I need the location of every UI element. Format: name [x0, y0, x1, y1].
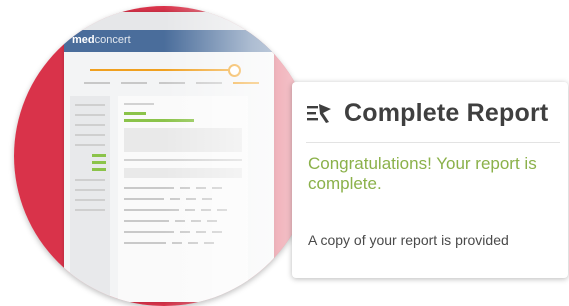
step-tab: [121, 82, 148, 84]
step-tab: [84, 82, 110, 84]
card-header: Complete Report: [306, 99, 548, 128]
hero-circle: ◀ ▶ medconcert: [14, 6, 314, 306]
medconcert-logo: medconcert: [72, 34, 131, 46]
browser-nav-arrows: ◀ ▶: [70, 16, 93, 26]
success-message: Congratulations! Your report is complete…: [308, 154, 537, 193]
card-title: Complete Report: [344, 99, 549, 127]
logo-light: concert: [94, 34, 131, 46]
mock-sidebar: [70, 96, 110, 296]
report-flag-icon: [307, 103, 331, 123]
card-divider: [306, 142, 560, 143]
copy-note: A copy of your report is provided: [308, 232, 509, 248]
logo-bold: med: [72, 34, 95, 46]
complete-report-card: Complete Report Congratulations! Your re…: [292, 82, 568, 278]
